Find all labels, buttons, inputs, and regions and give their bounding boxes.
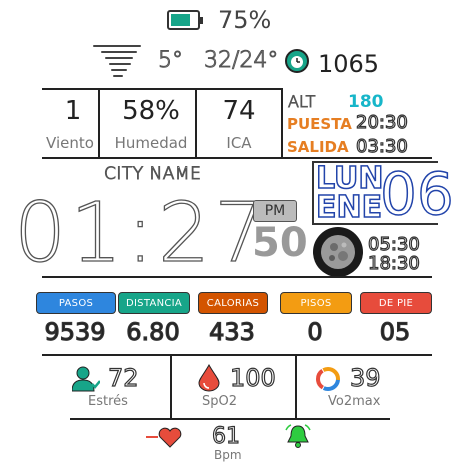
blood-drop-icon [198, 364, 220, 392]
heart-icon [146, 427, 182, 448]
battery-percent: 75% [218, 6, 272, 34]
divider [42, 88, 282, 90]
vo2max-label: Vo2max [328, 394, 381, 409]
clock-seconds: 50 [252, 220, 308, 266]
humidity-value: 58% [122, 96, 180, 126]
calories-value: 433 [208, 317, 255, 346]
divider [170, 354, 172, 418]
vo2max-value: 39 [349, 363, 381, 392]
stress-value: 72 [107, 363, 139, 392]
sunrise-label: SALIDA [287, 138, 349, 156]
person-icon [72, 366, 100, 392]
sunset-value: 20:30 [355, 111, 408, 133]
ring-icon [316, 367, 340, 391]
heart-rate-value: 61 [211, 423, 240, 449]
clock-time: 01:27 [13, 185, 271, 281]
spo2-label: SpO2 [202, 394, 238, 409]
temperature-range: 32/24° [203, 48, 279, 74]
steps-goal-value: 1065 [318, 50, 380, 78]
divider [42, 157, 432, 159]
wind-value: 1 [64, 96, 82, 126]
floors-value: 0 [307, 317, 323, 346]
heart-rate-unit: Bpm [214, 448, 242, 462]
date-number: 06 [379, 159, 454, 229]
temperature-current: 5° [158, 48, 184, 74]
divider [281, 88, 283, 158]
moonset-time: 18:30 [367, 252, 420, 274]
floors-pill: PISOS [280, 292, 352, 314]
calories-pill: CALORIAS [198, 292, 268, 314]
divider [295, 354, 297, 418]
distance-value: 6.80 [126, 317, 181, 346]
wind-icon [93, 45, 141, 77]
steps-pill: PASOS [36, 292, 116, 314]
divider [70, 418, 390, 420]
moonrise-time: 05:30 [367, 233, 420, 255]
divider [42, 276, 432, 278]
standing-value: 05 [379, 317, 411, 346]
bell-icon [285, 424, 311, 448]
ampm-badge: PM [253, 200, 297, 222]
battery-level-fill [171, 14, 190, 26]
humidity-label: Humedad [114, 134, 188, 152]
standing-pill: DE PIE [360, 292, 432, 314]
alarm-clock-icon [285, 49, 309, 73]
city-name: CITY NAME [103, 164, 202, 185]
divider [42, 354, 432, 356]
moon-icon [313, 227, 363, 277]
spo2-value: 100 [229, 363, 276, 392]
wind-label: Viento [46, 134, 94, 152]
altitude-value: 180 [348, 92, 384, 112]
sunset-label: PUESTA [287, 115, 352, 133]
aqi-value: 74 [222, 96, 256, 126]
distance-pill: DISTANCIA [118, 292, 190, 314]
sunrise-value: 03:30 [355, 135, 408, 157]
month-abbr: ENE [315, 189, 383, 226]
altitude-label: ALT [287, 92, 316, 112]
battery-icon [167, 10, 203, 30]
steps-value: 9539 [44, 317, 106, 346]
stress-label: Estrés [88, 394, 128, 409]
aqi-label: ICA [226, 134, 252, 152]
